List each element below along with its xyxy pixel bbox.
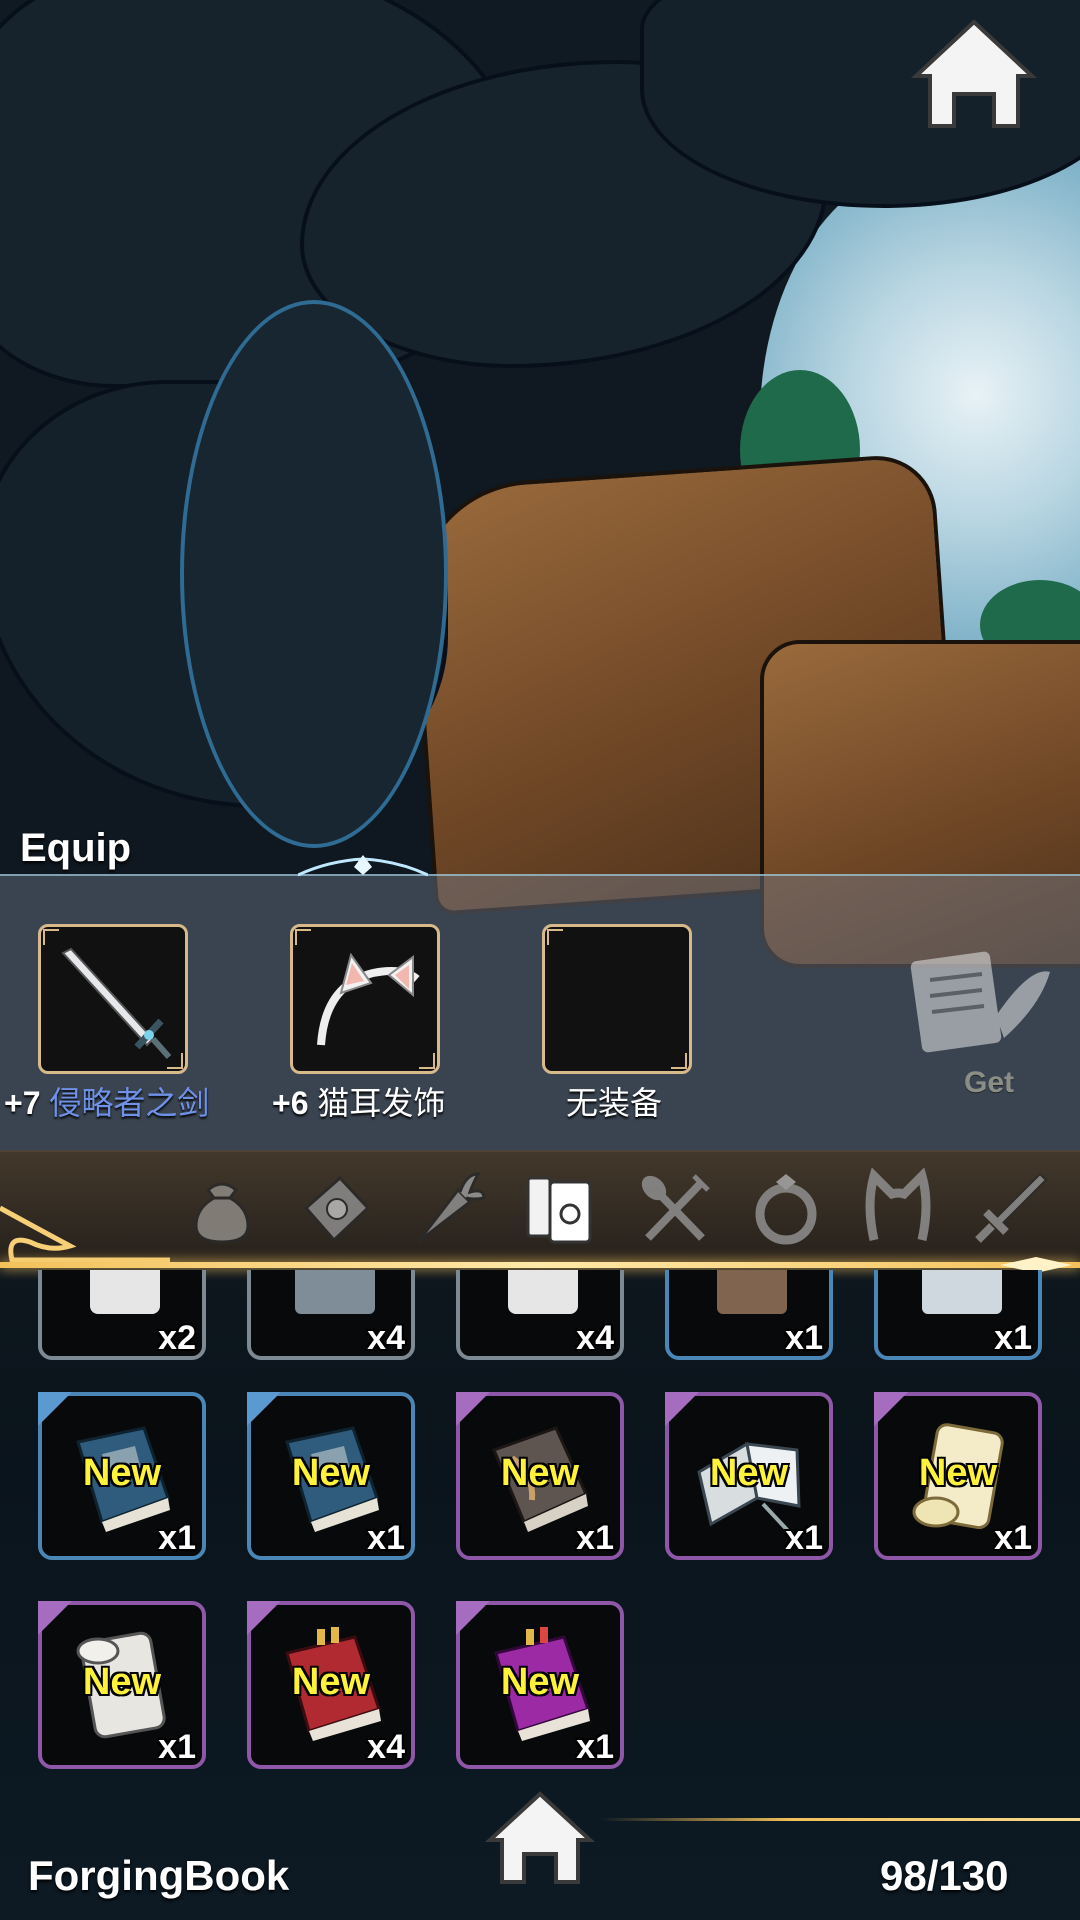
item-quantity: x1 (785, 1319, 823, 1357)
inventory-item[interactable]: New x1 (456, 1392, 624, 1560)
inventory-item[interactable]: New x1 (247, 1392, 415, 1560)
equip-name: 猫耳发饰 (317, 1085, 446, 1121)
item-quantity: x1 (994, 1319, 1032, 1357)
footer-divider (600, 1818, 1080, 1821)
inventory-item[interactable]: New x4 (247, 1601, 415, 1769)
inventory-grid: x2 x4 x4 x1 x1 New x1 New x1 New x1 New … (0, 1270, 1080, 1790)
item-quantity: x1 (576, 1728, 614, 1766)
equip-name: 侵略者之剑 (49, 1085, 210, 1121)
equip-title: Equip (20, 826, 132, 870)
equip-level: +7 (4, 1085, 41, 1121)
equip-slot-empty[interactable] (542, 924, 692, 1074)
books-icon[interactable] (520, 1168, 600, 1248)
item-quantity: x1 (158, 1519, 196, 1557)
new-badge: New (82, 1452, 162, 1494)
item-quantity: x2 (158, 1319, 196, 1357)
frame-corner (547, 929, 563, 945)
get-scroll-icon[interactable] (900, 946, 1060, 1056)
inventory-item[interactable]: New x1 (874, 1392, 1042, 1560)
envelope-icon[interactable] (296, 1168, 376, 1248)
inventory-item[interactable]: x1 (874, 1270, 1042, 1360)
inventory-item[interactable]: New x1 (456, 1601, 624, 1769)
carrot-icon[interactable] (408, 1168, 488, 1248)
cat-ear-icon[interactable] (858, 1168, 938, 1248)
item-quantity: x4 (576, 1319, 614, 1357)
cave-rock (180, 300, 448, 848)
category-bar-glow (0, 1262, 1080, 1268)
ring-icon[interactable] (746, 1168, 826, 1248)
new-badge: New (82, 1661, 162, 1703)
home-icon[interactable] (910, 18, 1038, 130)
inventory-item[interactable]: x2 (38, 1270, 206, 1360)
new-badge: New (709, 1452, 789, 1494)
new-badge: New (291, 1452, 371, 1494)
cat-ear-headband-icon (317, 952, 420, 1046)
equip-level: +6 (272, 1085, 309, 1121)
item-quantity: x1 (785, 1519, 823, 1557)
item-quantity: x1 (994, 1519, 1032, 1557)
ornament-icon (298, 855, 428, 877)
sword-icon (61, 947, 172, 1059)
item-quantity: x1 (158, 1728, 196, 1766)
inventory-item[interactable]: x4 (247, 1270, 415, 1360)
bag-icon[interactable] (182, 1168, 262, 1248)
item-quantity: x4 (367, 1319, 405, 1357)
inventory-title: ForgingBook (28, 1852, 290, 1899)
equip-slot-label: +7 侵略者之剑 (4, 1078, 209, 1124)
new-badge: New (918, 1452, 998, 1494)
get-button[interactable]: Get (964, 1066, 1014, 1100)
new-badge: New (500, 1661, 580, 1703)
equip-slot-label: 无装备 (566, 1078, 662, 1124)
sword-icon[interactable] (970, 1168, 1050, 1248)
swirl-ornament-icon (0, 1205, 170, 1263)
inventory-item[interactable]: x4 (456, 1270, 624, 1360)
equip-name: 无装备 (566, 1085, 663, 1121)
equip-slot-label: +6 猫耳发饰 (272, 1078, 445, 1124)
item-quantity: x1 (367, 1519, 405, 1557)
home-icon[interactable] (484, 1790, 596, 1886)
frame-corner (671, 1053, 687, 1069)
equip-divider (0, 874, 1080, 876)
inventory-item[interactable]: New x1 (38, 1601, 206, 1769)
equip-slot-weapon[interactable] (38, 924, 188, 1074)
inventory-item[interactable]: New x1 (665, 1392, 833, 1560)
new-badge: New (291, 1661, 371, 1703)
inventory-count: 98/130 (880, 1852, 1009, 1899)
equip-slot-accessory[interactable] (290, 924, 440, 1074)
inventory-item[interactable]: x1 (665, 1270, 833, 1360)
item-quantity: x4 (367, 1728, 405, 1766)
inventory-item[interactable]: New x1 (38, 1392, 206, 1560)
spoon-fork-icon[interactable] (634, 1168, 714, 1248)
new-badge: New (500, 1452, 580, 1494)
item-quantity: x1 (576, 1519, 614, 1557)
